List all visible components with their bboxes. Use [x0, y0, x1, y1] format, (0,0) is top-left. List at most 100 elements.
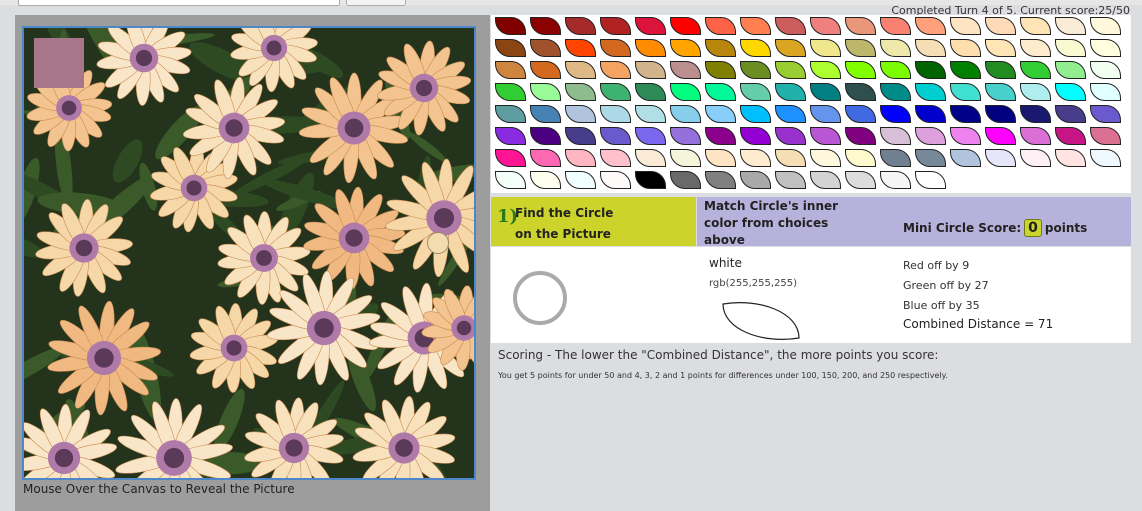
color-choice-leaf[interactable]: [950, 39, 981, 57]
color-choice-leaf[interactable]: [1090, 127, 1121, 145]
color-choice-leaf[interactable]: [1090, 83, 1121, 101]
color-choice-leaf[interactable]: [740, 83, 771, 101]
color-choice-leaf[interactable]: [880, 127, 911, 145]
color-choice-leaf[interactable]: [670, 127, 701, 145]
color-choice-leaf[interactable]: [845, 105, 876, 123]
color-choice-leaf[interactable]: [565, 61, 596, 79]
color-choice-leaf[interactable]: [880, 83, 911, 101]
color-choice-leaf[interactable]: [1055, 105, 1086, 123]
color-choice-leaf[interactable]: [845, 171, 876, 189]
color-choice-leaf[interactable]: [810, 105, 841, 123]
color-choice-leaf[interactable]: [495, 17, 526, 35]
color-choice-leaf[interactable]: [880, 171, 911, 189]
color-choice-leaf[interactable]: [1090, 149, 1121, 167]
color-choice-leaf[interactable]: [635, 127, 666, 145]
top-button[interactable]: [346, 0, 406, 6]
color-choice-leaf[interactable]: [705, 127, 736, 145]
color-choice-leaf[interactable]: [600, 83, 631, 101]
color-choice-leaf[interactable]: [705, 39, 736, 57]
color-choice-leaf[interactable]: [530, 83, 561, 101]
color-choice-leaf[interactable]: [495, 61, 526, 79]
color-choice-leaf[interactable]: [915, 61, 946, 79]
color-choice-leaf[interactable]: [1020, 17, 1051, 35]
color-choice-leaf[interactable]: [775, 127, 806, 145]
color-choice-leaf[interactable]: [1090, 17, 1121, 35]
color-choice-leaf[interactable]: [1020, 83, 1051, 101]
color-choice-leaf[interactable]: [495, 39, 526, 57]
color-choice-leaf[interactable]: [845, 127, 876, 145]
color-choice-leaf[interactable]: [600, 127, 631, 145]
color-choice-leaf[interactable]: [810, 127, 841, 145]
color-choice-leaf[interactable]: [600, 61, 631, 79]
color-choice-leaf[interactable]: [740, 17, 771, 35]
color-choice-leaf[interactable]: [530, 171, 561, 189]
color-choice-leaf[interactable]: [600, 105, 631, 123]
color-choice-leaf[interactable]: [530, 17, 561, 35]
color-choice-leaf[interactable]: [915, 17, 946, 35]
color-choice-leaf[interactable]: [915, 39, 946, 57]
color-choice-leaf[interactable]: [565, 127, 596, 145]
color-choice-leaf[interactable]: [670, 39, 701, 57]
color-choice-leaf[interactable]: [950, 61, 981, 79]
color-choice-leaf[interactable]: [915, 149, 946, 167]
color-choice-leaf[interactable]: [775, 83, 806, 101]
color-choice-leaf[interactable]: [845, 61, 876, 79]
color-choice-leaf[interactable]: [495, 171, 526, 189]
color-choice-leaf[interactable]: [530, 39, 561, 57]
color-choice-leaf[interactable]: [1055, 83, 1086, 101]
color-choice-leaf[interactable]: [810, 171, 841, 189]
color-choice-leaf[interactable]: [600, 17, 631, 35]
color-choice-leaf[interactable]: [1090, 61, 1121, 79]
color-choice-leaf[interactable]: [740, 39, 771, 57]
color-choice-leaf[interactable]: [495, 105, 526, 123]
color-choice-leaf[interactable]: [950, 83, 981, 101]
color-choice-leaf[interactable]: [635, 39, 666, 57]
color-choice-leaf[interactable]: [845, 17, 876, 35]
color-choice-leaf[interactable]: [740, 105, 771, 123]
color-choice-leaf[interactable]: [985, 105, 1016, 123]
color-choice-leaf[interactable]: [670, 17, 701, 35]
color-choice-leaf[interactable]: [670, 105, 701, 123]
color-choice-leaf[interactable]: [845, 149, 876, 167]
color-choice-leaf[interactable]: [1055, 39, 1086, 57]
color-choice-leaf[interactable]: [565, 17, 596, 35]
color-choice-leaf[interactable]: [740, 127, 771, 145]
color-choice-leaf[interactable]: [670, 171, 701, 189]
color-choice-leaf[interactable]: [775, 17, 806, 35]
color-choice-leaf[interactable]: [600, 39, 631, 57]
color-choice-leaf[interactable]: [1020, 149, 1051, 167]
color-choice-leaf[interactable]: [495, 83, 526, 101]
color-choice-leaf[interactable]: [670, 149, 701, 167]
color-choice-leaf[interactable]: [775, 61, 806, 79]
color-choice-leaf[interactable]: [705, 83, 736, 101]
color-choice-leaf[interactable]: [985, 39, 1016, 57]
color-choice-leaf[interactable]: [1020, 39, 1051, 57]
color-choice-leaf[interactable]: [845, 83, 876, 101]
color-choice-leaf[interactable]: [810, 39, 841, 57]
color-choice-leaf[interactable]: [1090, 105, 1121, 123]
color-choice-leaf[interactable]: [1020, 61, 1051, 79]
color-choice-leaf[interactable]: [635, 61, 666, 79]
color-choice-leaf[interactable]: [530, 61, 561, 79]
color-choice-leaf[interactable]: [985, 83, 1016, 101]
color-choice-leaf[interactable]: [775, 39, 806, 57]
color-choice-leaf[interactable]: [915, 127, 946, 145]
color-choice-leaf[interactable]: [1090, 39, 1121, 57]
color-choice-leaf[interactable]: [880, 149, 911, 167]
color-choice-leaf[interactable]: [880, 61, 911, 79]
color-choice-leaf[interactable]: [810, 149, 841, 167]
color-choice-leaf[interactable]: [950, 149, 981, 167]
color-choice-leaf[interactable]: [565, 149, 596, 167]
color-choice-leaf[interactable]: [530, 127, 561, 145]
color-choice-leaf[interactable]: [810, 83, 841, 101]
color-choice-leaf[interactable]: [740, 171, 771, 189]
color-choice-leaf[interactable]: [880, 39, 911, 57]
color-choice-leaf[interactable]: [635, 171, 666, 189]
color-choice-leaf[interactable]: [775, 171, 806, 189]
color-choice-leaf[interactable]: [810, 61, 841, 79]
color-choice-leaf[interactable]: [705, 61, 736, 79]
color-choice-leaf[interactable]: [565, 83, 596, 101]
color-choice-leaf[interactable]: [915, 83, 946, 101]
color-choice-leaf[interactable]: [670, 61, 701, 79]
color-choice-leaf[interactable]: [845, 39, 876, 57]
